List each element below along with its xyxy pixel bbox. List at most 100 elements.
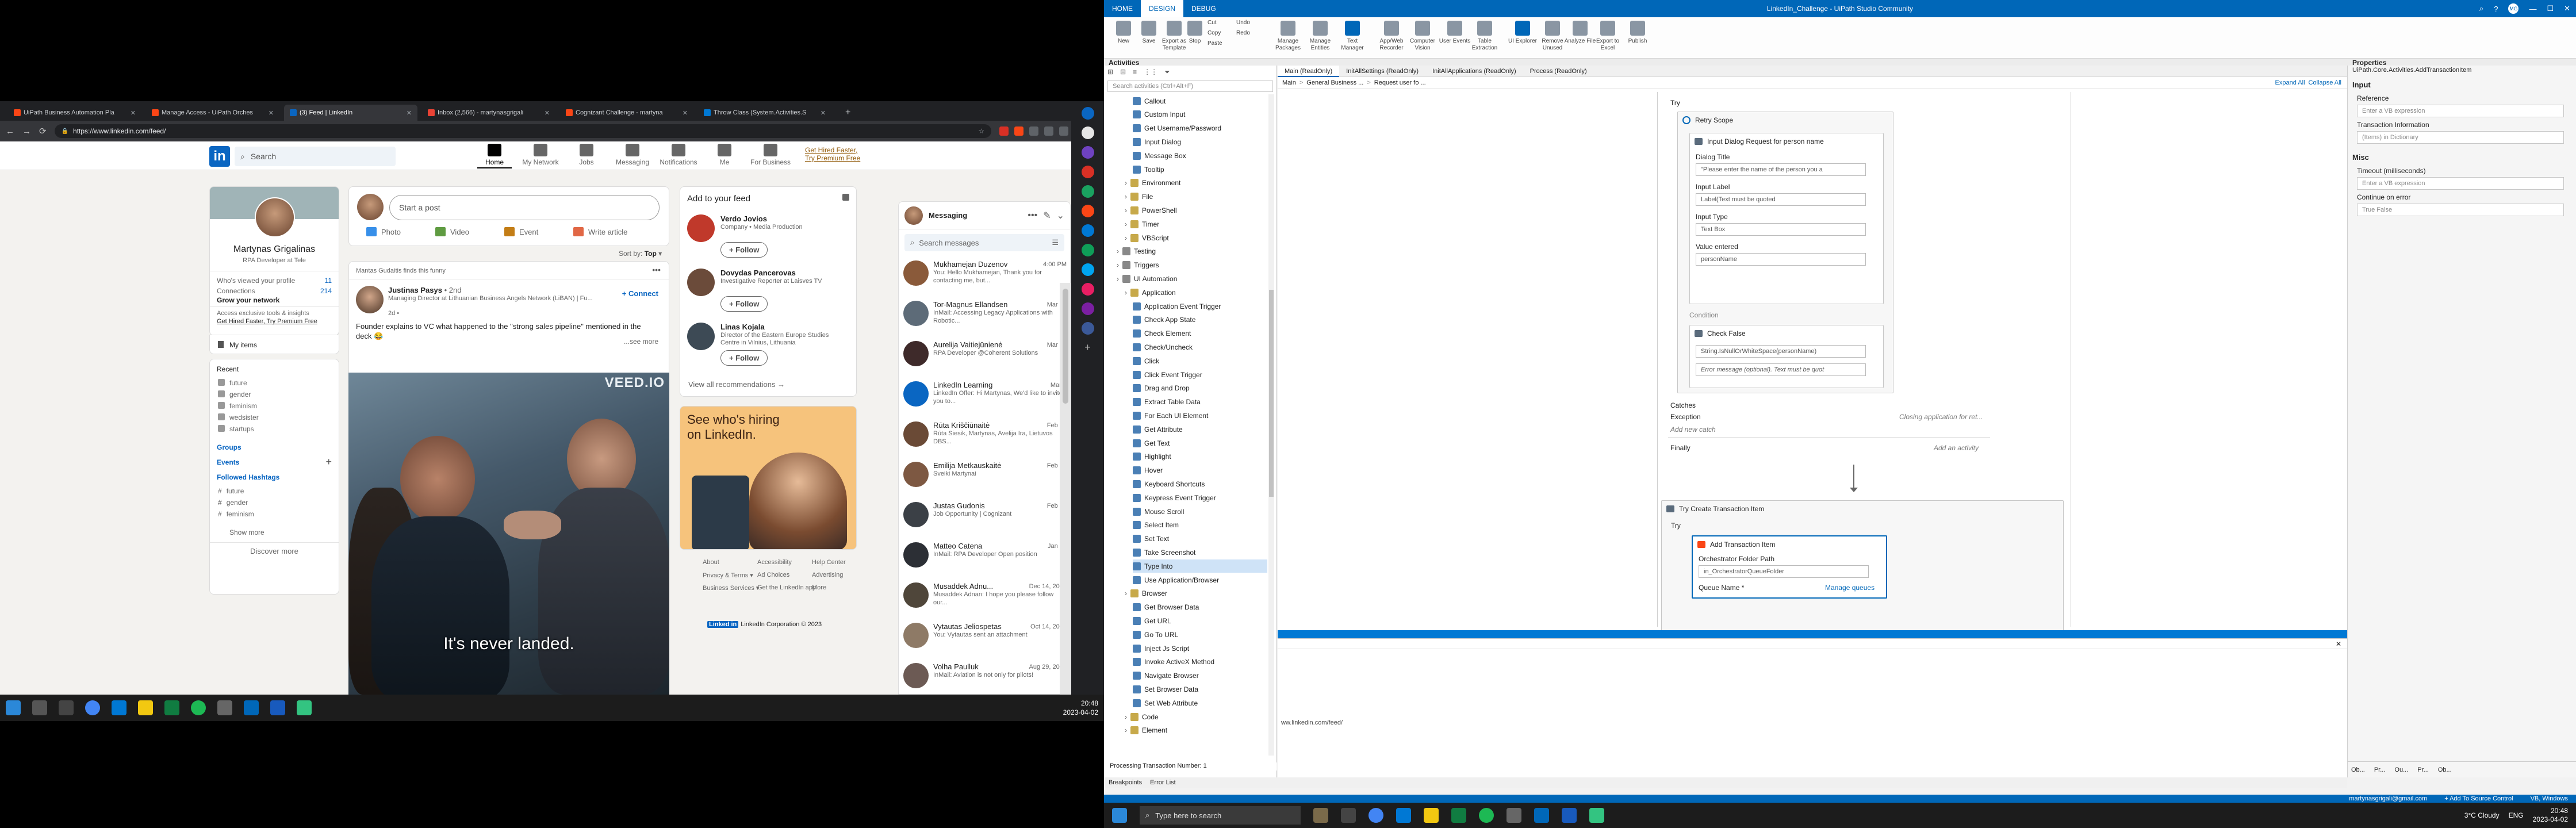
taskbar-search[interactable]: ⌕ Type here to search [1140, 806, 1301, 825]
document-tab[interactable]: InitAllSettings (ReadOnly) [1339, 66, 1425, 77]
avatar[interactable] [904, 206, 923, 225]
activity-item[interactable]: › File [1125, 190, 1267, 204]
post-video[interactable]: VEED.IO It's never landed. [348, 373, 669, 695]
linkedin-logo[interactable]: in [209, 146, 230, 167]
follow-button[interactable]: + Follow [720, 296, 768, 312]
forward-icon[interactable]: → [22, 126, 31, 136]
activity-item[interactable]: Type Into [1133, 559, 1267, 573]
close-icon[interactable]: ✕ [2564, 4, 2570, 13]
activity-item[interactable]: For Each UI Element [1133, 409, 1267, 422]
property-value[interactable]: (Items) in Dictionary [2357, 131, 2564, 144]
ribbon-button[interactable]: Export to Excel [1592, 20, 1624, 52]
see-more-link[interactable]: ...see more [624, 338, 658, 346]
recent-item[interactable]: future [218, 379, 247, 387]
uipath-icon[interactable] [244, 700, 259, 715]
start-post-input[interactable]: Start a post [389, 195, 660, 220]
browser-tab[interactable]: (3) Feed | LinkedIn ✕ [284, 105, 417, 121]
app-icon[interactable] [1081, 205, 1094, 217]
search-icon[interactable] [32, 700, 47, 715]
view-all-recommendations[interactable]: View all recommendations → [688, 380, 785, 389]
chevron-icon[interactable]: › [1125, 179, 1127, 187]
info-icon[interactable] [842, 194, 849, 201]
activity-item[interactable]: Set Text [1133, 532, 1267, 546]
user-email[interactable]: martynasgrigali@gmail.com [2349, 795, 2427, 802]
folder-icon[interactable] [1424, 808, 1439, 823]
message-item[interactable]: Musaddek Adnu... Dec 14, 2022 Musaddek Adn… [899, 579, 1070, 619]
add-icon[interactable]: + [1082, 342, 1094, 354]
close-icon[interactable]: ✕ [683, 109, 688, 117]
properties-tab[interactable]: Ob... [2351, 766, 2365, 773]
events-link[interactable]: Events [217, 458, 239, 466]
activities-search[interactable]: Search activities (Ctrl+Alt+F) [1107, 80, 1273, 92]
property-value[interactable]: Enter a VB expression [2357, 105, 2564, 117]
grow-network[interactable]: Grow your network [217, 296, 279, 304]
close-icon[interactable]: ✕ [2336, 640, 2341, 648]
ribbon-button[interactable]: Text Manager [1336, 20, 1368, 52]
help-icon[interactable]: ? [2494, 5, 2498, 13]
browser-tab[interactable]: Cognizant Challenge - martyna ✕ [560, 105, 693, 121]
ribbon-button[interactable]: Computer Vision [1406, 20, 1439, 52]
footer-link[interactable]: Ad Choices [757, 572, 789, 578]
exception-handler[interactable]: Closing application for ret... [1899, 413, 1983, 421]
bottom-tab[interactable]: Breakpoints [1109, 779, 1142, 786]
viewed-label[interactable]: Who's viewed your profile [217, 277, 295, 285]
activity-item[interactable]: Extract Table Data [1133, 396, 1267, 409]
excel-icon[interactable] [164, 700, 179, 715]
clock[interactable]: 20:48 2023-04-02 [1063, 699, 1098, 717]
search-icon[interactable]: ⌕ [2479, 4, 2483, 13]
ad-card[interactable]: See who's hiring on LinkedIn. [680, 406, 857, 550]
filter-icon[interactable]: ⏷ [1164, 68, 1170, 79]
activity-item[interactable]: Hover [1133, 464, 1267, 477]
add-event-icon[interactable]: + [325, 456, 332, 468]
avatar[interactable] [255, 197, 295, 237]
suggestion-name[interactable]: Linas Kojala [720, 323, 765, 331]
chrome-icon[interactable] [1368, 808, 1383, 823]
search-input[interactable]: ⌕ Search [235, 147, 396, 166]
address-bar[interactable]: 🔒 https://www.linkedin.com/feed/ ☆ [54, 124, 992, 138]
app-icon[interactable] [1081, 263, 1094, 276]
check-expression[interactable]: String.IsNullOrWhiteSpace(personName) [1696, 345, 1866, 358]
chevron-icon[interactable]: › [1117, 261, 1119, 269]
breadcrumb-item[interactable]: General Business ... [1306, 79, 1363, 86]
close-icon[interactable]: ✕ [131, 109, 136, 117]
chevron-icon[interactable]: › [1117, 275, 1119, 283]
activity-item[interactable]: Highlight [1133, 450, 1267, 463]
back-icon[interactable]: ← [6, 126, 14, 136]
activity-item[interactable]: Application Event Trigger [1133, 300, 1267, 313]
activity-item[interactable]: › UI Automation [1117, 272, 1267, 285]
app-icon[interactable] [1081, 224, 1094, 237]
ribbon-button[interactable]: Copy [1208, 30, 1234, 37]
post-author[interactable]: Justinas Pasys • 2nd [388, 286, 461, 294]
properties-tab[interactable]: Pr... [2417, 766, 2429, 773]
connections-label[interactable]: Connections [217, 287, 255, 295]
message-item[interactable]: Tor-Magnus Ellandsen Mar 27 InMail: Access… [899, 297, 1070, 338]
messaging-title[interactable]: Messaging [929, 211, 967, 220]
message-item[interactable]: Vytautas Jeliospetas Oct 14, 2022 You: Vyt… [899, 619, 1070, 660]
ribbon-button[interactable]: Undo [1236, 20, 1263, 26]
recent-item[interactable]: feminism [218, 402, 257, 410]
collapse-all-link[interactable]: Collapse All [2309, 79, 2341, 86]
app-icon[interactable] [1081, 283, 1094, 296]
footer-link[interactable]: Help Center [812, 559, 846, 566]
app-icon[interactable] [1506, 808, 1521, 823]
nav-my-network[interactable]: My Network [518, 144, 564, 166]
browser-tab[interactable]: Throw Class (System.Activities.S ✕ [698, 105, 831, 121]
app-icon[interactable] [1081, 166, 1094, 178]
avatar[interactable] [357, 194, 384, 220]
ribbon-button[interactable]: Table Extraction [1469, 20, 1501, 52]
activity-item[interactable]: Keyboard Shortcuts [1133, 477, 1267, 490]
try-create-transaction[interactable]: Try Create Transaction Item Try Add Tran… [1661, 500, 2064, 638]
value-entered-field[interactable]: personName [1696, 253, 1866, 266]
ribbon-button[interactable]: User Events [1439, 20, 1471, 45]
properties-tab[interactable]: Pr... [2374, 766, 2386, 773]
footer-link[interactable]: Business Services ▾ [703, 584, 759, 592]
event-button[interactable]: Event [504, 227, 538, 236]
breadcrumb-item[interactable]: Main [1282, 79, 1296, 86]
activity-item[interactable]: Navigate Browser [1133, 669, 1267, 683]
chevron-icon[interactable]: › [1125, 206, 1127, 214]
orch-folder-field[interactable]: in_OrchestratorQueueFolder [1699, 565, 1869, 578]
edge-icon[interactable] [112, 700, 126, 715]
reload-icon[interactable]: ⟳ [39, 126, 47, 136]
activity-item[interactable]: Go To URL [1133, 628, 1267, 641]
taskview-icon[interactable] [59, 700, 74, 715]
